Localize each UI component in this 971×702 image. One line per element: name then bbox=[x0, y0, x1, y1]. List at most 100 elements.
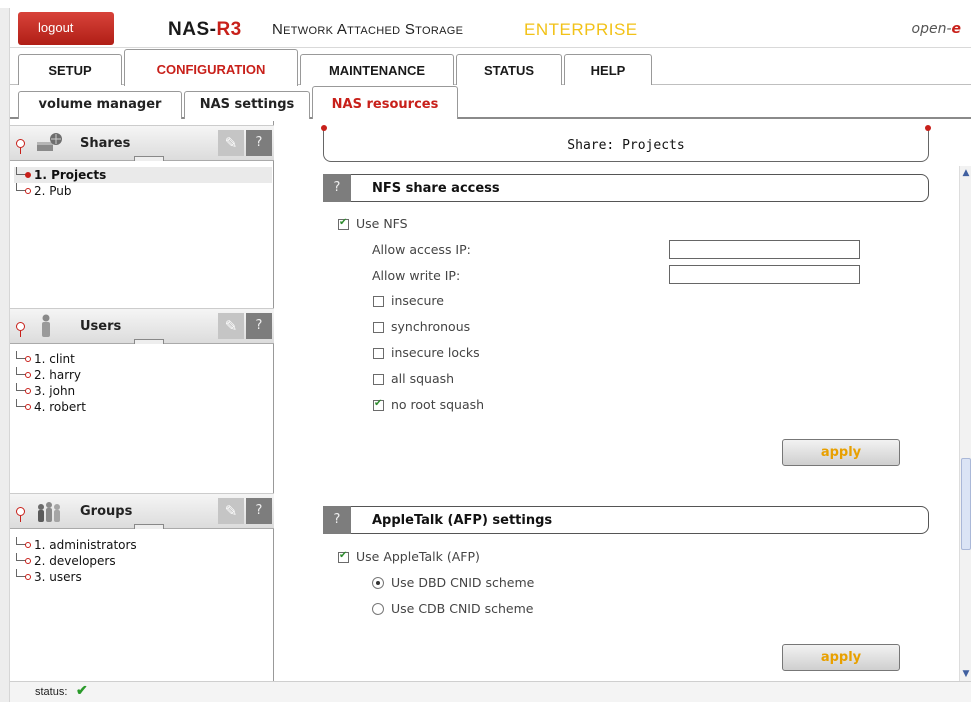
group-icon bbox=[38, 502, 60, 522]
users-title: Users bbox=[80, 319, 122, 334]
node-dot-icon bbox=[25, 372, 31, 378]
share-item-projects[interactable]: 1. Projects bbox=[14, 167, 272, 183]
group-item[interactable]: 2. developers bbox=[14, 553, 272, 569]
use-nfs-label: Use NFS bbox=[356, 216, 408, 231]
users-wrench-icon[interactable]: ✎ bbox=[218, 313, 244, 339]
node-dot-icon bbox=[25, 388, 31, 394]
shares-icon bbox=[37, 133, 62, 151]
share-item-label: 1. Projects bbox=[34, 168, 107, 182]
collapse-handle[interactable] bbox=[134, 339, 164, 344]
dbd-cnid-radio[interactable] bbox=[372, 577, 384, 589]
nfs-panel-header: ? NFS share access bbox=[323, 174, 929, 202]
all-squash-checkbox[interactable] bbox=[373, 374, 384, 385]
tab-status[interactable]: STATUS bbox=[456, 54, 562, 85]
shares-tree: 1. Projects 2. Pub bbox=[14, 167, 272, 199]
scroll-thumb[interactable] bbox=[961, 458, 971, 550]
pin-icon bbox=[16, 139, 25, 154]
user-item-label: 3. john bbox=[34, 384, 76, 398]
group-item-label: 3. users bbox=[34, 570, 82, 584]
group-item[interactable]: 3. users bbox=[14, 569, 272, 585]
node-dot-icon bbox=[25, 188, 31, 194]
node-dot-icon bbox=[25, 558, 31, 564]
no-root-squash-checkbox[interactable] bbox=[373, 398, 384, 411]
nfs-help-button[interactable]: ? bbox=[323, 174, 351, 202]
groups-help-button[interactable]: ? bbox=[246, 498, 272, 524]
groups-wrench-icon[interactable]: ✎ bbox=[218, 498, 244, 524]
afp-panel-title: AppleTalk (AFP) settings bbox=[372, 513, 553, 528]
group-item[interactable]: 1. administrators bbox=[14, 537, 272, 553]
checkmark-icon: ✔ bbox=[76, 682, 88, 698]
share-item-label: 2. Pub bbox=[34, 184, 72, 198]
allow-access-ip-label: Allow access IP: bbox=[372, 242, 471, 257]
main-tabs: SETUP CONFIGURATION MAINTENANCE STATUS H… bbox=[10, 48, 971, 86]
logout-button[interactable]: logout bbox=[18, 12, 114, 45]
afp-help-button[interactable]: ? bbox=[323, 506, 351, 534]
resources-sidebar: Shares ✎ ? 1. Projects 2. Pub Users ✎ ? … bbox=[10, 121, 274, 681]
product-name-main: NAS- bbox=[168, 19, 217, 40]
tab-configuration[interactable]: CONFIGURATION bbox=[124, 49, 298, 86]
user-item-label: 1. clint bbox=[34, 352, 75, 366]
use-nfs-checkbox[interactable] bbox=[338, 217, 349, 230]
tab-setup[interactable]: SETUP bbox=[18, 54, 122, 85]
cdb-cnid-label: Use CDB CNID scheme bbox=[391, 601, 534, 616]
insecure-checkbox[interactable] bbox=[373, 296, 384, 307]
cdb-cnid-radio[interactable] bbox=[372, 603, 384, 615]
synchronous-label: synchronous bbox=[391, 319, 471, 334]
status-label: status: bbox=[35, 686, 68, 698]
corner-dot-icon bbox=[925, 125, 931, 131]
users-section-header: Users ✎ ? bbox=[10, 308, 274, 344]
node-dot-icon bbox=[25, 404, 31, 410]
subtab-nas-resources[interactable]: NAS resources bbox=[312, 86, 458, 119]
share-title: Share: Projects bbox=[567, 138, 685, 153]
synchronous-checkbox[interactable] bbox=[373, 322, 384, 333]
product-subtitle: Network Attached Storage bbox=[272, 21, 464, 38]
user-item-label: 2. harry bbox=[34, 368, 81, 382]
collapse-handle[interactable] bbox=[134, 524, 164, 529]
insecure-label: insecure bbox=[391, 293, 444, 308]
nfs-apply-button[interactable]: apply bbox=[782, 439, 900, 466]
app-header: logout NAS-R3 Network Attached Storage E… bbox=[10, 8, 971, 48]
product-name: NAS-R3 bbox=[168, 19, 242, 41]
node-dot-icon bbox=[25, 356, 31, 362]
node-dot-icon bbox=[25, 542, 31, 548]
use-afp-checkbox[interactable] bbox=[338, 550, 349, 563]
subtab-volume-manager[interactable]: volume manager bbox=[18, 91, 182, 119]
tab-help[interactable]: HELP bbox=[564, 54, 652, 85]
insecure-locks-label: insecure locks bbox=[391, 345, 480, 360]
allow-write-ip-label: Allow write IP: bbox=[372, 268, 461, 283]
pin-icon bbox=[16, 507, 25, 522]
all-squash-label: all squash bbox=[391, 371, 455, 386]
nfs-panel-title: NFS share access bbox=[372, 181, 500, 196]
share-item-pub[interactable]: 2. Pub bbox=[14, 183, 272, 199]
brand-e: e bbox=[951, 21, 962, 37]
scroll-down-arrow-icon[interactable]: ▼ bbox=[960, 667, 971, 681]
users-help-button[interactable]: ? bbox=[246, 313, 272, 339]
window-left-strip bbox=[0, 8, 10, 702]
allow-access-ip-input[interactable] bbox=[669, 240, 860, 259]
afp-panel-header: ? AppleTalk (AFP) settings bbox=[323, 506, 929, 534]
dbd-cnid-label: Use DBD CNID scheme bbox=[391, 575, 535, 590]
pin-icon bbox=[16, 322, 25, 337]
collapse-handle[interactable] bbox=[134, 156, 164, 161]
insecure-locks-checkbox[interactable] bbox=[373, 348, 384, 359]
shares-help-button[interactable]: ? bbox=[246, 130, 272, 156]
group-item-label: 1. administrators bbox=[34, 538, 137, 552]
node-dot-icon bbox=[25, 574, 31, 580]
shares-wrench-icon[interactable]: ✎ bbox=[218, 130, 244, 156]
user-item[interactable]: 4. robert bbox=[14, 399, 272, 415]
product-edition: ENTERPRISE bbox=[524, 20, 638, 39]
user-item[interactable]: 3. john bbox=[14, 383, 272, 399]
vertical-scrollbar[interactable]: ▲ ▼ bbox=[959, 166, 971, 681]
user-item[interactable]: 2. harry bbox=[14, 367, 272, 383]
subtab-nas-settings[interactable]: NAS settings bbox=[184, 91, 310, 119]
user-item[interactable]: 1. clint bbox=[14, 351, 272, 367]
allow-write-ip-input[interactable] bbox=[669, 265, 860, 284]
user-item-label: 4. robert bbox=[34, 400, 86, 414]
scroll-up-arrow-icon[interactable]: ▲ bbox=[960, 166, 971, 180]
user-icon bbox=[42, 314, 50, 337]
corner-dot-icon bbox=[321, 125, 327, 131]
tab-maintenance[interactable]: MAINTENANCE bbox=[300, 54, 454, 85]
settings-scroll-area[interactable]: ? NFS share access Use NFS Allow access … bbox=[275, 166, 971, 681]
brand-main: open- bbox=[911, 21, 952, 37]
afp-apply-button[interactable]: apply bbox=[782, 644, 900, 671]
